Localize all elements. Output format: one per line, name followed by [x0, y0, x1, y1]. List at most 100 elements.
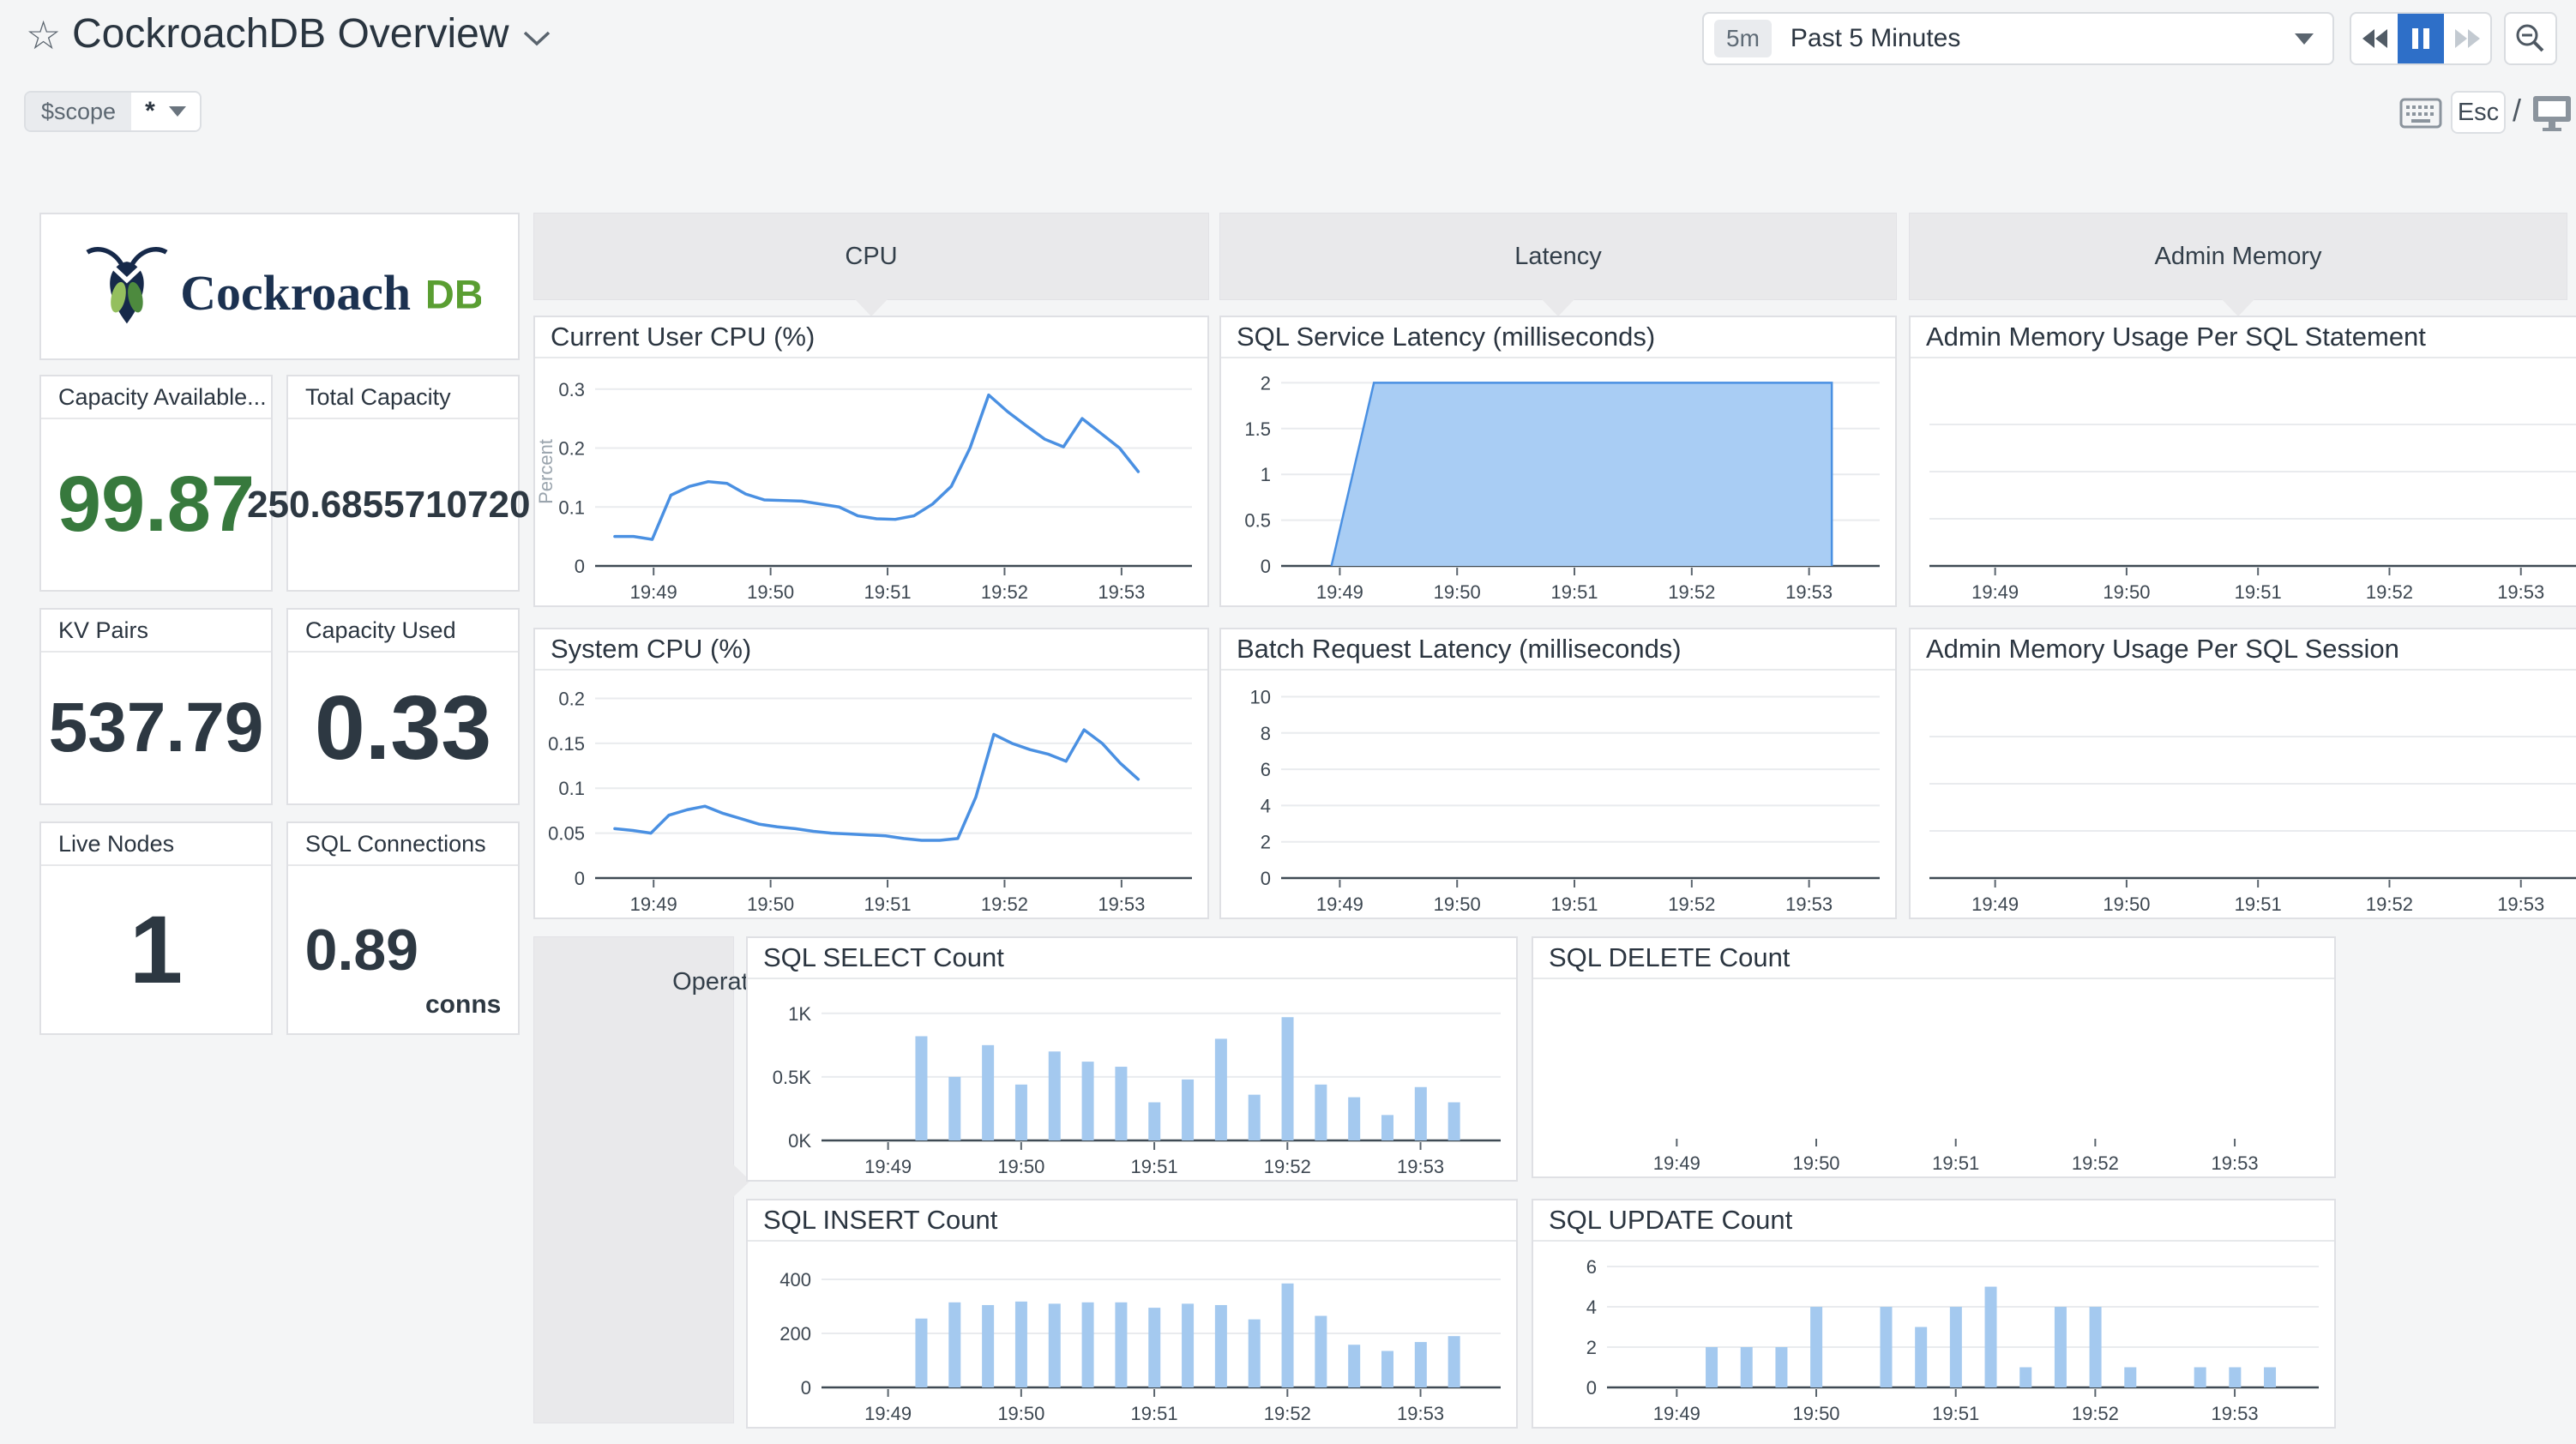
- svg-text:19:50: 19:50: [1792, 1152, 1839, 1174]
- svg-text:1K: 1K: [788, 1003, 811, 1025]
- svg-text:19:52: 19:52: [2072, 1152, 2119, 1174]
- section-header-operations[interactable]: Operations: [533, 936, 794, 1423]
- latency-notch: [1541, 298, 1575, 316]
- stat-capacity-used[interactable]: Capacity Used 0.33: [286, 608, 520, 805]
- chart-current-user-cpu[interactable]: Current User CPU (%) 0 0.1 0.2 0.3 19:49 19:5…: [533, 316, 1209, 607]
- pause-button[interactable]: [2398, 14, 2444, 63]
- svg-text:0: 0: [1261, 556, 1271, 577]
- title-chevron-down-icon[interactable]: [521, 27, 552, 52]
- stat-unit: conns: [425, 990, 502, 1019]
- time-range-selector[interactable]: 5m Past 5 Minutes: [1702, 12, 2334, 65]
- stat-value: 0.33: [314, 677, 492, 779]
- svg-text:0.2: 0.2: [558, 438, 585, 460]
- svg-text:19:49: 19:49: [1316, 893, 1363, 915]
- svg-text:19:51: 19:51: [864, 893, 912, 915]
- svg-text:200: 200: [779, 1323, 811, 1345]
- svg-text:1.5: 1.5: [1244, 418, 1271, 440]
- svg-text:4: 4: [1261, 795, 1271, 816]
- stat-value: 537.79: [48, 689, 264, 767]
- scope-template-selector[interactable]: $scope *: [24, 91, 202, 132]
- svg-text:19:51: 19:51: [1131, 1156, 1178, 1177]
- svg-text:19:53: 19:53: [2497, 893, 2544, 915]
- chart-sql-delete-count[interactable]: SQL DELETE Count 19:49 19:50 19:51 19:52 19:…: [1532, 936, 2336, 1178]
- rewind-button[interactable]: [2351, 14, 2398, 63]
- stat-sql-connections[interactable]: SQL Connections 0.89 conns: [286, 821, 520, 1035]
- svg-text:19:51: 19:51: [864, 581, 912, 603]
- svg-text:0K: 0K: [788, 1130, 811, 1152]
- svg-text:19:50: 19:50: [997, 1156, 1044, 1177]
- svg-text:0: 0: [801, 1377, 811, 1399]
- stat-capacity-available[interactable]: Capacity Available... 99.87: [39, 375, 273, 592]
- svg-text:19:52: 19:52: [1264, 1403, 1311, 1424]
- fullscreen-monitor-icon[interactable]: [2531, 94, 2573, 136]
- chart-system-cpu[interactable]: System CPU (%) 0 0.05 0.1 0.15 0.2 19:49 19:50…: [533, 628, 1209, 919]
- svg-text:19:52: 19:52: [1668, 581, 1715, 603]
- svg-text:19:52: 19:52: [1264, 1156, 1311, 1177]
- svg-text:19:50: 19:50: [2103, 581, 2150, 603]
- chart-batch-request-latency[interactable]: Batch Request Latency (milliseconds) 024…: [1219, 628, 1897, 919]
- svg-text:19:53: 19:53: [2212, 1152, 2259, 1174]
- batch-request-latency-plot[interactable]: 0 2 4 6 8 10 19:49 19:50 19:51 19:52 19:53: [1221, 671, 1895, 918]
- svg-text:19:52: 19:52: [2366, 893, 2413, 915]
- svg-text:19:53: 19:53: [1098, 893, 1145, 915]
- svg-text:4: 4: [1586, 1297, 1597, 1318]
- sql-delete-count-plot[interactable]: 19:49 19:50 19:51 19:52 19:53: [1533, 979, 2334, 1176]
- section-header-cpu[interactable]: CPU: [533, 213, 1209, 316]
- svg-text:0.05: 0.05: [548, 823, 585, 845]
- svg-text:19:49: 19:49: [1316, 581, 1363, 603]
- zoom-out-icon: [2516, 24, 2544, 52]
- svg-text:19:49: 19:49: [630, 893, 677, 915]
- sql-insert-count-plot[interactable]: 0 200 400 19:49 19:50 19:51 19:52 19:53: [748, 1242, 1516, 1427]
- chart-sql-update-count[interactable]: SQL UPDATE Count 0 2 4 6 19:49 19:50 19:51 19:5…: [1532, 1199, 2336, 1429]
- svg-text:19:53: 19:53: [1397, 1403, 1444, 1424]
- section-header-admin-memory[interactable]: Admin Memory: [1909, 213, 2567, 316]
- chart-sql-select-count[interactable]: SQL SELECT Count 0K 0.5K 1K 19:49 19:50 19:51…: [746, 936, 1518, 1182]
- scope-caret-icon: [168, 106, 186, 117]
- svg-text:19:50: 19:50: [1792, 1403, 1839, 1424]
- cockroachdb-logo: Cockroach DB: [86, 247, 481, 324]
- svg-text:19:51: 19:51: [2235, 581, 2282, 603]
- favorite-star-icon[interactable]: ☆: [26, 15, 61, 55]
- stat-total-capacity[interactable]: Total Capacity 250.6855710720 GB: [247, 375, 559, 592]
- time-range-badge: 5m: [1714, 20, 1772, 57]
- stat-kv-pairs[interactable]: KV Pairs 537.79: [39, 608, 273, 805]
- sql-update-count-plot[interactable]: 0 2 4 6 19:49 19:50 19:51 19:52 19:53: [1533, 1242, 2334, 1427]
- admin-memory-session-plot[interactable]: 19:49 19:50 19:51 19:52 19:53: [1911, 671, 2576, 918]
- stat-value: 99.87: [57, 460, 256, 548]
- rewind-icon: [2362, 29, 2387, 48]
- svg-text:19:53: 19:53: [1397, 1156, 1444, 1177]
- chart-sql-service-latency[interactable]: SQL Service Latency (milliseconds) 0 0.5 1…: [1219, 316, 1897, 607]
- svg-text:19:51: 19:51: [1550, 893, 1598, 915]
- svg-text:6: 6: [1586, 1256, 1597, 1278]
- section-header-latency[interactable]: Latency: [1219, 213, 1897, 316]
- chart-admin-memory-per-session[interactable]: Admin Memory Usage Per SQL Session 19:49…: [1909, 628, 2576, 919]
- chart-admin-memory-per-statement[interactable]: Admin Memory Usage Per SQL Statement 19:…: [1909, 316, 2576, 607]
- svg-text:0: 0: [575, 868, 585, 889]
- cpu-notch: [854, 298, 888, 316]
- current-user-cpu-plot[interactable]: 0 0.1 0.2 0.3 19:49 19:50 19:51 19:52 19:53 Perce…: [535, 358, 1207, 605]
- chart-sql-insert-count[interactable]: SQL INSERT Count 0 200 400 19:49 19:50 19:51 1…: [746, 1199, 1518, 1429]
- svg-text:2: 2: [1261, 372, 1271, 394]
- sql-select-count-plot[interactable]: 0K 0.5K 1K 19:49 19:50 19:51 19:52 19:53: [748, 979, 1516, 1180]
- svg-text:19:49: 19:49: [1653, 1152, 1700, 1174]
- svg-text:19:51: 19:51: [2235, 893, 2282, 915]
- svg-text:19:51: 19:51: [1131, 1403, 1178, 1424]
- svg-text:19:49: 19:49: [630, 581, 677, 603]
- zoom-out-button[interactable]: [2504, 12, 2557, 65]
- admin-memory-statement-plot[interactable]: 19:49 19:50 19:51 19:52 19:53: [1911, 358, 2576, 605]
- svg-text:0.5K: 0.5K: [773, 1067, 812, 1088]
- sql-service-latency-plot[interactable]: 0 0.5 1 1.5 2 19:49 19:50 19:51 19:52 19:53: [1221, 358, 1895, 605]
- svg-text:19:50: 19:50: [1434, 893, 1481, 915]
- svg-text:0.3: 0.3: [558, 379, 585, 400]
- svg-text:19:50: 19:50: [747, 581, 794, 603]
- esc-button[interactable]: Esc: [2451, 91, 2506, 134]
- svg-text:0.1: 0.1: [558, 496, 585, 518]
- stat-live-nodes[interactable]: Live Nodes 1: [39, 821, 273, 1035]
- svg-text:19:52: 19:52: [2366, 581, 2413, 603]
- svg-text:0.2: 0.2: [558, 688, 585, 709]
- stat-value: 1: [129, 896, 184, 1003]
- forward-button[interactable]: [2444, 14, 2490, 63]
- svg-text:19:51: 19:51: [1932, 1152, 1979, 1174]
- system-cpu-plot[interactable]: 0 0.05 0.1 0.15 0.2 19:49 19:50 19:51 19:52 19:53: [535, 671, 1207, 918]
- page-title: CockroachDB Overview: [72, 11, 509, 57]
